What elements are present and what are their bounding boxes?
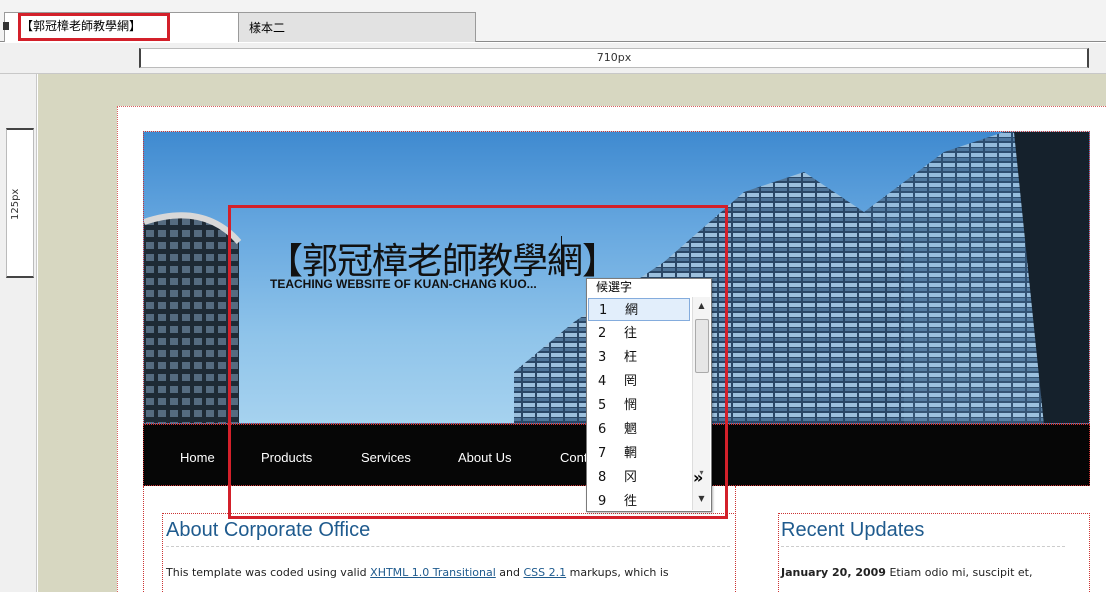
candidate-char: 罔 (624, 374, 638, 389)
candidate-number: 3 (598, 350, 607, 365)
nav-services[interactable]: Services (361, 450, 411, 465)
expand-candidates-icon[interactable]: » (693, 468, 703, 487)
candidate-char: 惘 (624, 398, 638, 413)
candidate-item[interactable]: 6魍 (588, 418, 690, 441)
scroll-up-icon[interactable]: ▲ (693, 297, 710, 315)
css-link[interactable]: CSS 2.1 (523, 566, 566, 579)
recent-updates-heading: Recent Updates (781, 519, 925, 541)
candidate-number: 7 (598, 446, 607, 461)
candidate-char: 輞 (624, 446, 638, 461)
nav-products[interactable]: Products (261, 450, 312, 465)
candidate-item[interactable]: 5惘 (588, 394, 690, 417)
candidate-number: 8 (598, 470, 607, 485)
recent-update-entry: January 20, 2009 Etiam odio mi, suscipit… (781, 566, 1032, 579)
update-date: January 20, 2009 (781, 566, 886, 579)
tab-document-1[interactable]: 【郭冠樟老師教學網】 (3, 12, 240, 42)
candidate-char: 冈 (624, 470, 638, 485)
about-divider (166, 546, 730, 547)
tab-label: 【郭冠樟老師教學網】 (21, 19, 142, 33)
candidate-char: 徃 (624, 494, 638, 509)
about-text-part: and (495, 566, 524, 579)
scroll-down-icon[interactable]: ▼ (693, 490, 710, 508)
nav-contact[interactable]: Cont (560, 450, 587, 465)
nav-home[interactable]: Home (180, 450, 215, 465)
candidate-item[interactable]: 3枉 (588, 346, 690, 369)
about-heading: About Corporate Office (166, 519, 371, 541)
candidate-char: 枉 (624, 350, 638, 365)
xhtml-link[interactable]: XHTML 1.0 Transitional (370, 566, 496, 579)
about-text-part: This template was coded using valid (166, 566, 371, 579)
scroll-thumb[interactable] (695, 319, 709, 373)
candidate-number: 5 (598, 398, 607, 413)
candidate-item[interactable]: 7輞 (588, 442, 690, 465)
about-text-part: markups, which is (566, 566, 669, 579)
candidate-char: 網 (625, 303, 639, 318)
width-label: 710px (596, 51, 632, 64)
candidate-item[interactable]: 2往 (588, 322, 690, 345)
candidate-number: 4 (598, 374, 607, 389)
candidate-char: 魍 (624, 422, 638, 437)
height-label: 125px (10, 188, 21, 220)
tab-file-icon (3, 22, 9, 30)
update-text: Etiam odio mi, suscipit et, (885, 566, 1033, 579)
candidate-number: 2 (598, 326, 607, 341)
editor-window: 【郭冠樟老師教學網】 樣本二 710px 125px 【郭冠樟老師教學網】 TE… (0, 0, 1106, 592)
recent-divider (781, 546, 1065, 547)
candidate-item[interactable]: 1網 (588, 298, 690, 321)
text-cursor (561, 236, 562, 276)
about-paragraph: This template was coded using valid XHTM… (166, 566, 736, 579)
candidate-number: 1 (599, 303, 608, 318)
candidate-item[interactable]: 9徃 (588, 490, 690, 513)
nav-about-us[interactable]: About Us (458, 450, 511, 465)
candidate-char: 往 (624, 326, 638, 341)
width-ruler-bar: 710px (139, 48, 1089, 68)
candidate-number: 6 (598, 422, 607, 437)
ime-header: 候選字 (596, 280, 633, 294)
candidate-item[interactable]: 8冈 (588, 466, 690, 489)
tab-label: 樣本二 (249, 21, 286, 35)
document-tab-bar: 【郭冠樟老師教學網】 樣本二 (0, 0, 1106, 42)
tab-document-2[interactable]: 樣本二 (238, 12, 476, 42)
candidate-number: 9 (598, 494, 607, 509)
candidate-item[interactable]: 4罔 (588, 370, 690, 393)
site-subtitle: TEACHING WEBSITE OF KUAN-CHANG KUO... (270, 277, 537, 291)
